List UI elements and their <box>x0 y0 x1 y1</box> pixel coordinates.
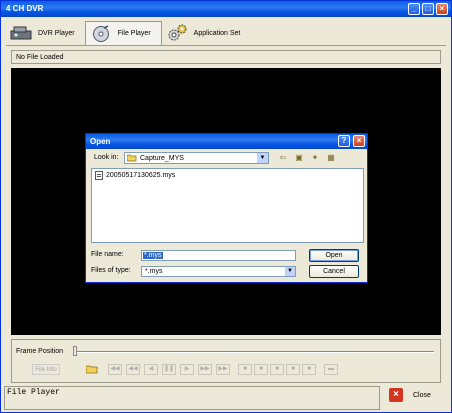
rewind-icon[interactable]: ◀◀ <box>126 364 140 375</box>
dialog-title: Open <box>90 137 111 146</box>
back-icon[interactable]: ⇦ <box>277 152 289 163</box>
maximize-button[interactable]: □ <box>422 3 434 15</box>
channel-1-button[interactable]: ■ <box>238 364 252 375</box>
dialog-close-button[interactable]: × <box>353 135 365 147</box>
play-icon[interactable]: ▶ <box>180 364 194 375</box>
file-list[interactable]: 20050517130625.mys <box>91 168 364 243</box>
quad-view-button[interactable]: ■ <box>302 364 316 375</box>
open-button[interactable]: Open <box>309 249 359 262</box>
tab-file-player-label: File Player <box>117 30 151 37</box>
file-name-field[interactable]: *.mys <box>141 250 296 261</box>
files-of-type-label: Files of type: <box>91 267 131 274</box>
chevron-down-icon[interactable]: ▼ <box>285 267 295 276</box>
skip-start-icon[interactable]: ◀◀ <box>108 364 122 375</box>
open-dialog: Open ? × Look in: Capture_MYS ▼ ⇦ ▣ ✦ ▦ … <box>85 133 368 283</box>
tab-file-player[interactable]: File Player <box>84 21 162 45</box>
close-app-button[interactable]: × Close <box>389 388 431 402</box>
look-in-value: Capture_MYS <box>140 154 184 162</box>
list-item[interactable]: 20050517130625.mys <box>95 171 360 180</box>
channel-4-button[interactable]: ■ <box>286 364 300 375</box>
view-menu-icon[interactable]: ▦ <box>325 152 337 163</box>
main-window: 4 CH DVR _ □ × DVR Player File Player Ap… <box>0 0 452 413</box>
skip-end-icon[interactable]: ▶▶ <box>216 364 230 375</box>
close-icon: × <box>389 388 403 402</box>
channel-3-button[interactable]: ■ <box>270 364 284 375</box>
close-label: Close <box>413 391 431 399</box>
minimize-button[interactable]: _ <box>408 3 420 15</box>
frame-position-track[interactable] <box>74 351 434 353</box>
tab-bar: DVR Player File Player Application Set <box>6 21 250 45</box>
files-of-type-select[interactable]: *.mys ▼ <box>141 266 296 277</box>
help-button[interactable]: ? <box>338 135 350 147</box>
up-folder-icon[interactable]: ▣ <box>293 152 305 163</box>
file-player-icon <box>90 24 112 43</box>
title-bar[interactable]: 4 CH DVR _ □ × <box>1 1 451 17</box>
tab-dvr-player[interactable]: DVR Player <box>6 21 85 45</box>
open-folder-icon[interactable] <box>85 364 98 374</box>
tab-application-set[interactable]: Application Set <box>162 21 251 45</box>
frame-position-slider[interactable] <box>73 346 77 356</box>
look-in-combo[interactable]: Capture_MYS ▼ <box>124 152 269 164</box>
frame-position-label: Frame Position <box>16 348 64 355</box>
new-folder-icon[interactable]: ✦ <box>309 152 321 163</box>
chevron-down-icon[interactable]: ▼ <box>257 153 268 163</box>
files-of-type-value: *.mys <box>145 268 163 275</box>
file-item-name: 20050517130625.mys <box>106 172 176 179</box>
file-name-label: File name: <box>91 251 124 258</box>
file-info-button[interactable]: File Info <box>32 364 60 375</box>
channel-2-button[interactable]: ■ <box>254 364 268 375</box>
window-close-button[interactable]: × <box>436 3 448 15</box>
tab-application-set-label: Application Set <box>193 29 241 37</box>
pause-icon[interactable]: ❚❚ <box>162 364 176 375</box>
capture-button[interactable]: ▬ <box>324 364 338 375</box>
tab-divider <box>6 45 446 46</box>
dvr-player-icon <box>10 24 32 42</box>
file-status: No File Loaded <box>11 50 441 64</box>
tab-dvr-player-label: DVR Player <box>38 29 75 37</box>
fast-forward-icon[interactable]: ▶▶ <box>198 364 212 375</box>
cancel-button[interactable]: Cancel <box>309 265 359 278</box>
window-title: 4 CH DVR <box>6 4 44 13</box>
step-back-icon[interactable]: ◀ <box>144 364 158 375</box>
gears-icon <box>166 24 188 42</box>
folder-icon <box>127 154 137 162</box>
file-icon <box>95 171 103 180</box>
look-in-label: Look in: <box>94 154 119 161</box>
bottom-status: File Player <box>4 386 380 410</box>
frame-position-panel: Frame Position File Info ◀◀ ◀◀ ◀ ❚❚ ▶ ▶▶… <box>11 339 441 383</box>
dialog-title-bar[interactable]: Open ? × <box>86 134 367 149</box>
file-name-value: *.mys <box>143 252 163 259</box>
